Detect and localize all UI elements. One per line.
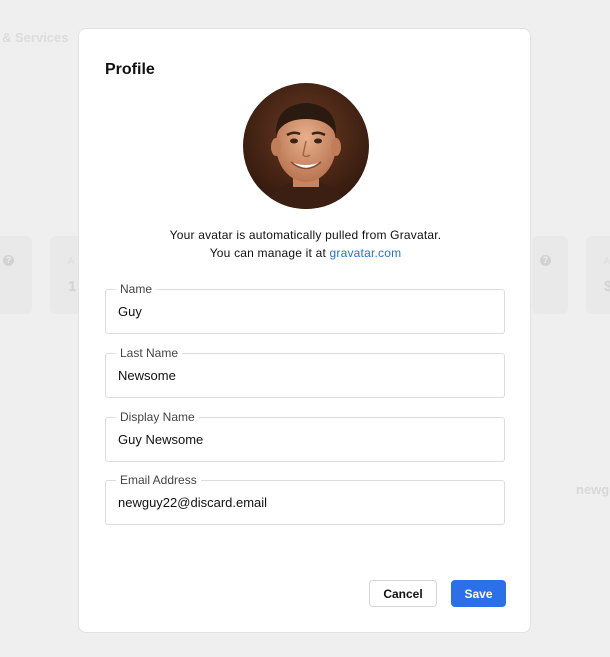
avatar-note-line2: You can manage it at gravatar.com: [79, 246, 532, 260]
display-name-field[interactable]: Display Name: [105, 410, 505, 462]
avatar: [243, 83, 369, 209]
user-avatar-photo-icon: [243, 83, 369, 209]
avatar-note-line1: Your avatar is automatically pulled from…: [169, 228, 442, 242]
background-card: [586, 236, 610, 314]
profile-modal: Profile Your avatar is automatically pul…: [78, 28, 531, 633]
email-field[interactable]: Email Address: [105, 473, 505, 525]
name-label: Name: [116, 282, 157, 296]
background-card-value: $: [604, 278, 610, 295]
help-icon: ?: [540, 255, 551, 266]
avatar-note-prefix: You can manage it at: [209, 246, 330, 260]
background-card: [0, 236, 32, 314]
modal-title: Profile: [105, 61, 155, 78]
last-name-input[interactable]: [118, 368, 488, 383]
email-input[interactable]: [118, 495, 488, 510]
background-card-value: 1: [68, 278, 77, 295]
gravatar-link[interactable]: gravatar.com: [330, 246, 402, 260]
display-name-input[interactable]: [118, 432, 488, 447]
background-breadcrumb: & Services: [2, 30, 69, 45]
background-card-label: A: [604, 256, 610, 266]
name-input[interactable]: [118, 304, 488, 319]
display-name-label: Display Name: [116, 410, 199, 424]
background-card: [532, 236, 568, 314]
email-label: Email Address: [116, 473, 201, 487]
last-name-field[interactable]: Last Name: [105, 346, 505, 398]
background-card-label: A: [68, 256, 75, 266]
cancel-button[interactable]: Cancel: [369, 580, 437, 607]
background-email: newg: [576, 482, 610, 497]
last-name-label: Last Name: [116, 346, 183, 360]
help-icon: ?: [3, 255, 14, 266]
name-field[interactable]: Name: [105, 282, 505, 334]
save-button[interactable]: Save: [451, 580, 506, 607]
